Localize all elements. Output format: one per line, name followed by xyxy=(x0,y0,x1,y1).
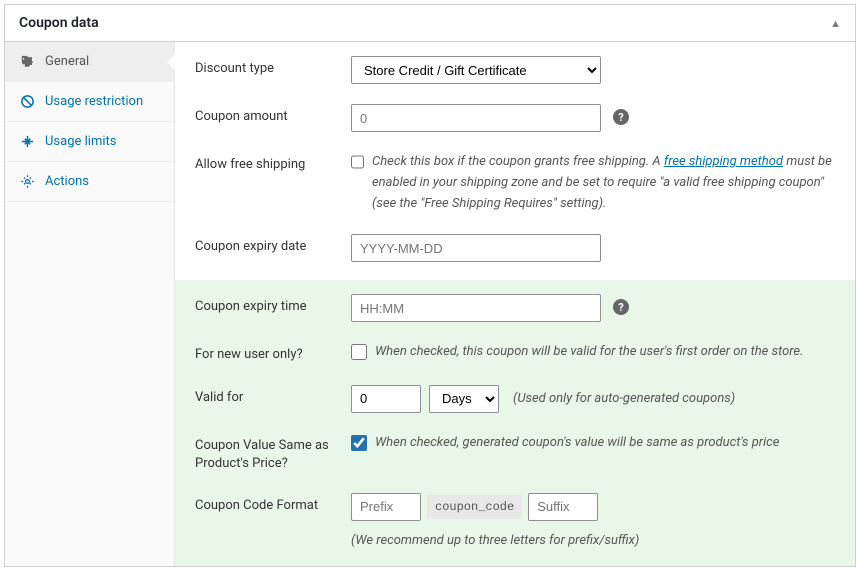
ban-icon xyxy=(19,94,35,109)
row-same-price: Coupon Value Same as Product's Price? Wh… xyxy=(175,419,855,479)
same-price-desc: When checked, generated coupon's value w… xyxy=(375,433,779,454)
code-format-desc: (We recommend up to three letters for pr… xyxy=(351,533,835,548)
panel-title: Coupon data xyxy=(19,15,99,31)
valid-for-unit-select[interactable]: Days xyxy=(429,385,499,413)
content: Discount type Store Credit / Gift Certif… xyxy=(175,42,855,566)
coupon-amount-input[interactable] xyxy=(351,104,601,132)
free-shipping-link[interactable]: free shipping method xyxy=(664,154,783,169)
free-shipping-label: Allow free shipping xyxy=(195,152,335,174)
expiry-date-input[interactable] xyxy=(351,234,601,262)
help-icon[interactable]: ? xyxy=(613,299,629,315)
new-user-label: For new user only? xyxy=(195,342,335,364)
expiry-date-label: Coupon expiry date xyxy=(195,234,335,256)
same-price-checkbox[interactable] xyxy=(351,435,367,451)
sidebar-item-usage-limits[interactable]: Usage limits xyxy=(5,122,174,162)
sidebar-item-label: Usage restriction xyxy=(45,94,143,109)
free-shipping-checkbox[interactable] xyxy=(351,154,364,170)
help-icon[interactable]: ? xyxy=(613,109,629,125)
gear-icon xyxy=(19,174,35,189)
valid-for-label: Valid for xyxy=(195,385,335,407)
section-standard: Discount type Store Credit / Gift Certif… xyxy=(175,42,855,280)
panel-body: General Usage restriction Usage limits A… xyxy=(5,42,855,566)
row-discount-type: Discount type Store Credit / Gift Certif… xyxy=(175,42,855,90)
section-extended: Coupon expiry time ? For new user only? … xyxy=(175,280,855,566)
row-code-format: Coupon Code Format coupon_code (We recom… xyxy=(175,479,855,566)
panel-header: Coupon data ▲ xyxy=(5,5,855,42)
prefix-input[interactable] xyxy=(351,493,421,521)
row-coupon-amount: Coupon amount ? xyxy=(175,90,855,138)
sidebar-item-general[interactable]: General xyxy=(5,42,174,82)
suffix-input[interactable] xyxy=(528,493,598,521)
row-expiry-time: Coupon expiry time ? xyxy=(175,280,855,328)
row-free-shipping: Allow free shipping Check this box if th… xyxy=(175,138,855,220)
discount-type-label: Discount type xyxy=(195,56,335,78)
sidebar-item-usage-restriction[interactable]: Usage restriction xyxy=(5,82,174,122)
code-token: coupon_code xyxy=(427,495,522,519)
same-price-label: Coupon Value Same as Product's Price? xyxy=(195,433,335,473)
code-format-label: Coupon Code Format xyxy=(195,493,335,515)
coupon-amount-label: Coupon amount xyxy=(195,104,335,126)
valid-for-desc: (Used only for auto-generated coupons) xyxy=(513,391,735,406)
expiry-time-input[interactable] xyxy=(351,294,601,322)
row-valid-for: Valid for Days (Used only for auto-gener… xyxy=(175,371,855,419)
sidebar: General Usage restriction Usage limits A… xyxy=(5,42,175,566)
tag-icon xyxy=(19,54,35,69)
new-user-checkbox[interactable] xyxy=(351,344,367,360)
discount-type-select[interactable]: Store Credit / Gift Certificate xyxy=(351,56,601,84)
row-expiry-date: Coupon expiry date xyxy=(175,220,855,280)
new-user-desc: When checked, this coupon will be valid … xyxy=(375,342,803,363)
sidebar-item-label: Usage limits xyxy=(45,134,116,149)
coupon-data-panel: Coupon data ▲ General Usage restriction xyxy=(4,4,856,567)
expiry-time-label: Coupon expiry time xyxy=(195,294,335,316)
sliders-icon xyxy=(19,134,35,149)
row-new-user: For new user only? When checked, this co… xyxy=(175,328,855,370)
valid-for-input[interactable] xyxy=(351,385,421,413)
sidebar-item-label: Actions xyxy=(45,174,89,189)
sidebar-item-label: General xyxy=(45,54,89,69)
free-shipping-desc: Check this box if the coupon grants free… xyxy=(372,152,835,214)
sidebar-item-actions[interactable]: Actions xyxy=(5,162,174,202)
collapse-icon[interactable]: ▲ xyxy=(830,17,841,30)
